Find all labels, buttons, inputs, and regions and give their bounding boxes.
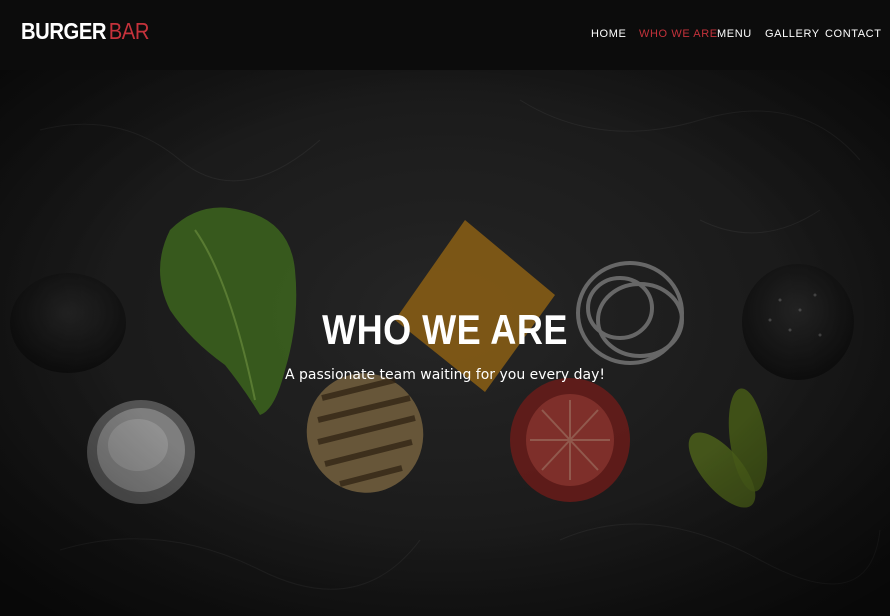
hero-section: WHO WE ARE A passionate team waiting for… — [0, 70, 890, 616]
hero-title: WHO WE ARE — [322, 306, 568, 353]
nav-item-contact[interactable]: CONTACT — [825, 28, 882, 40]
top-navbar: BURGER BAR HOME WHO WE ARE MENU GALLERY C… — [0, 0, 890, 70]
nav-item-who-we-are[interactable]: WHO WE ARE — [639, 28, 718, 40]
main-nav: HOME WHO WE ARE MENU GALLERY CONTACT — [0, 0, 890, 70]
nav-item-menu[interactable]: MENU — [717, 28, 752, 40]
hero-subtitle: A passionate team waiting for you every … — [284, 367, 606, 383]
nav-item-home[interactable]: HOME — [591, 28, 626, 40]
nav-item-gallery[interactable]: GALLERY — [765, 28, 820, 40]
